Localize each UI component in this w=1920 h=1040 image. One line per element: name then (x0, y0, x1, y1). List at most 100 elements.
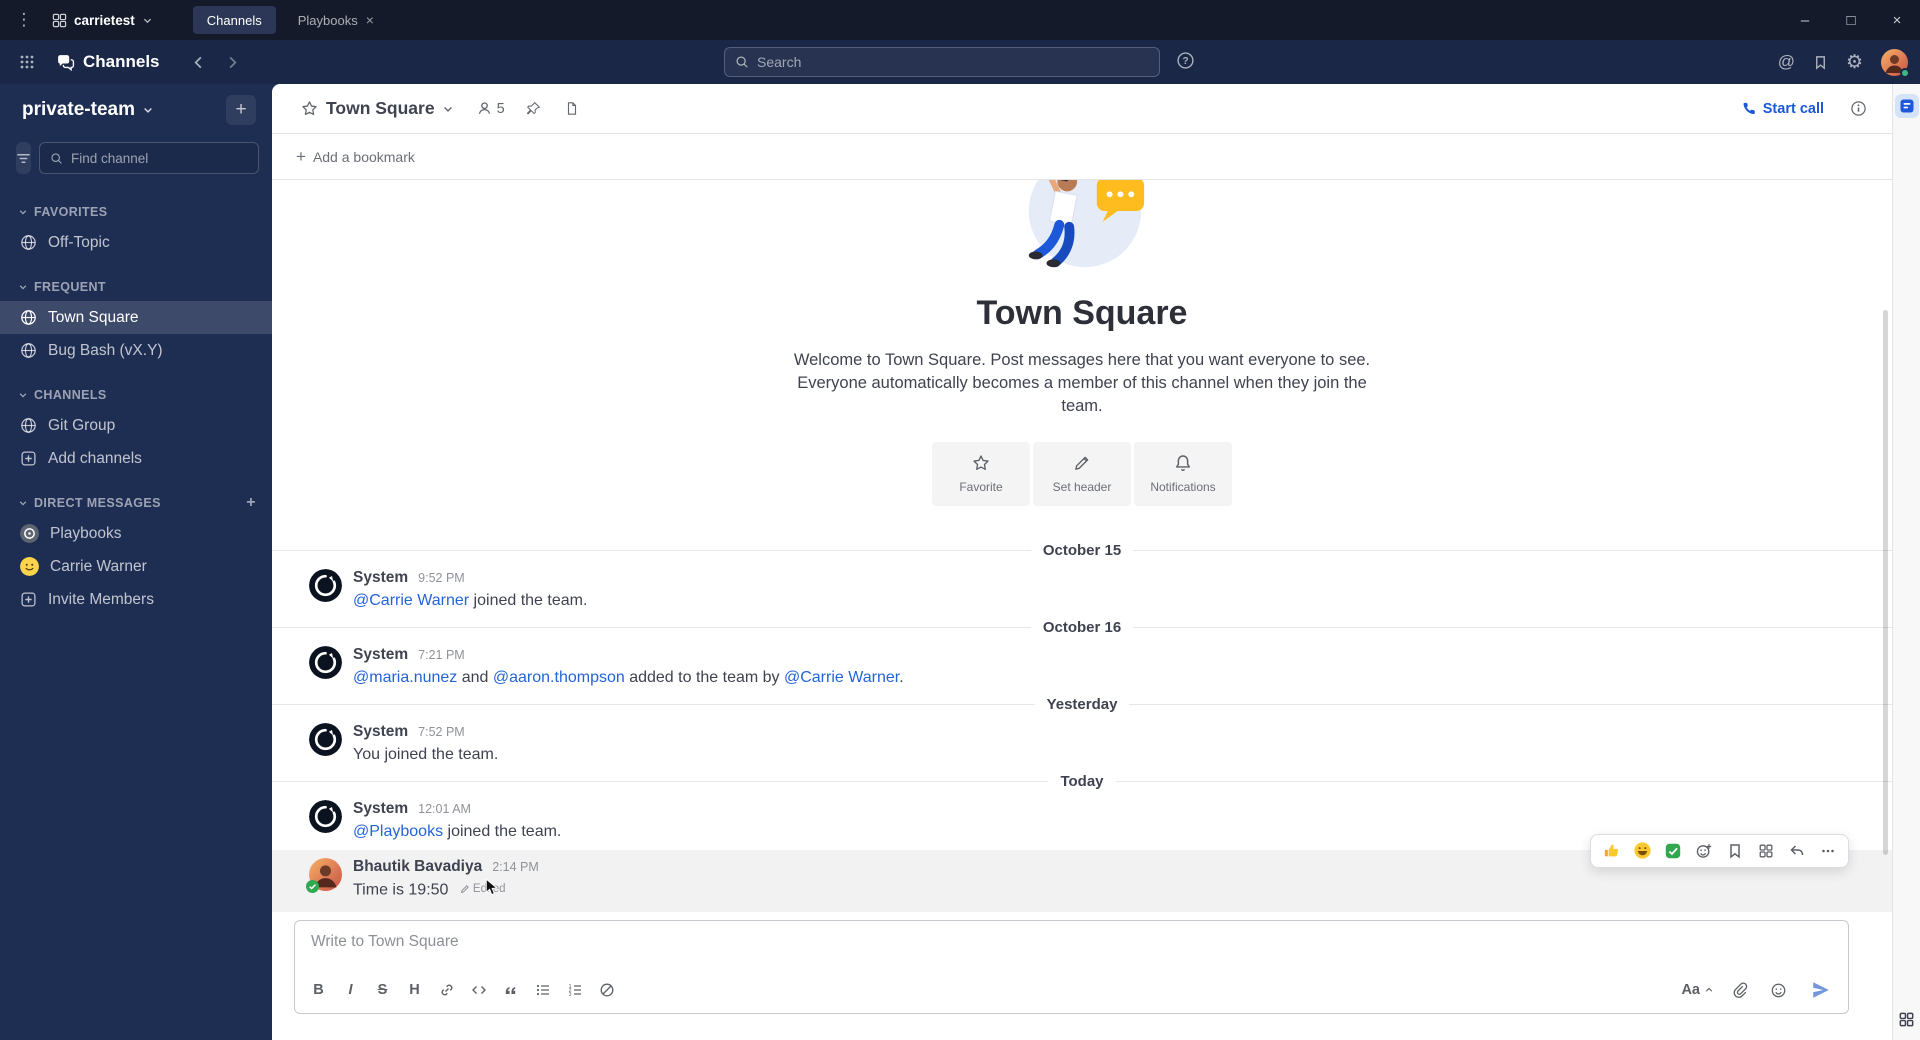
channel-filter-button[interactable] (16, 142, 31, 174)
sidebar-item-add-channels[interactable]: Add channels (0, 442, 272, 475)
help-button[interactable]: ? (1176, 51, 1195, 70)
team-menu-button[interactable]: private-team (22, 99, 226, 121)
sidebar-item-bug-bash[interactable]: Bug Bash (vX.Y) (0, 334, 272, 367)
add-channels-cta-button[interactable]: + (226, 95, 256, 125)
minimize-button[interactable]: – (1782, 0, 1828, 40)
find-channel-box[interactable] (39, 142, 259, 174)
pinned-posts-button[interactable] (518, 94, 550, 124)
user-avatar[interactable] (1881, 48, 1910, 78)
app-menu-icon[interactable]: ⋮ (14, 10, 34, 30)
verified-status-badge (306, 879, 319, 893)
system-message[interactable]: System 7:21 PM @maria.nunez and @aaron.t… (272, 642, 1892, 696)
sidebar-item-git-group[interactable]: Git Group (0, 409, 272, 442)
product-switcher-button[interactable] (12, 47, 42, 77)
server-selector[interactable]: carrietest (44, 8, 161, 33)
favorite-button[interactable]: Favorite (932, 441, 1030, 506)
composer-placeholder: Write to Town Square (311, 933, 459, 950)
message-text: @Carrie Warner joined the team. (353, 591, 588, 609)
send-message-button[interactable] (1804, 976, 1838, 1004)
section-header-channels[interactable]: CHANNELS (0, 381, 272, 409)
sidebar-item-carrie-warner[interactable]: Carrie Warner (0, 550, 272, 583)
notifications-button[interactable]: Notifications (1134, 441, 1232, 506)
search-input[interactable] (757, 54, 1149, 70)
section-header-favorites[interactable]: FAVORITES (0, 198, 272, 226)
mention-link[interactable]: @Carrie Warner (784, 669, 899, 686)
apps-grid-button[interactable] (1752, 838, 1780, 864)
system-avatar (309, 722, 342, 756)
message-sender[interactable]: Bhautik Bavadiya (353, 858, 482, 876)
section-header-direct-messages[interactable]: DIRECT MESSAGES + (0, 489, 272, 517)
heading-button[interactable]: H (401, 977, 428, 1004)
reply-button[interactable] (1783, 838, 1811, 864)
format-toggle-button[interactable]: Aa (1681, 982, 1714, 998)
bhautik-avatar[interactable] (306, 857, 342, 893)
mention-link[interactable]: @aaron.thompson (493, 669, 625, 686)
start-call-button[interactable]: Start call (1731, 96, 1834, 122)
reply-icon (1790, 844, 1804, 855)
saved-posts-button[interactable] (1813, 55, 1828, 70)
find-channel-input[interactable] (71, 150, 248, 166)
settings-button[interactable]: ⚙ (1846, 51, 1863, 74)
dots-horizontal-icon (1822, 849, 1834, 852)
strikethrough-button[interactable]: S (369, 977, 396, 1004)
back-button[interactable] (184, 47, 214, 77)
tab-channels[interactable]: Channels (192, 6, 276, 34)
add-direct-message-icon[interactable]: + (246, 494, 256, 512)
message-list[interactable]: Town Square Welcome to Town Square. Post… (272, 180, 1892, 912)
bulleted-list-button[interactable] (529, 977, 556, 1004)
code-button[interactable] (465, 977, 492, 1004)
no-formatting-button[interactable] (593, 977, 620, 1004)
more-actions-button[interactable] (1814, 838, 1842, 864)
save-message-button[interactable] (1721, 838, 1749, 864)
message-input[interactable]: Write to Town Square (295, 921, 1848, 971)
italic-button[interactable]: I (337, 977, 364, 1004)
numbered-list-button[interactable]: 123 (561, 977, 588, 1004)
maximize-button[interactable]: □ (1828, 0, 1874, 40)
user-message-hovered[interactable]: Bhautik Bavadiya 2:14 PM Time is 19:50 E… (272, 833, 1892, 912)
reaction-check-button[interactable] (1659, 838, 1687, 864)
channel-members-button[interactable]: 5 (470, 97, 512, 121)
message-sender[interactable]: System (353, 723, 408, 741)
message-time: 2:14 PM (492, 859, 539, 874)
app-bar-grid-button[interactable] (1898, 1011, 1915, 1028)
favorite-channel-button[interactable] (294, 94, 324, 124)
quote-button[interactable] (497, 977, 524, 1004)
message-composer[interactable]: Write to Town Square B I S H 1 2 3 Aa (294, 920, 1849, 1014)
app-bar-active-app-button[interactable] (1894, 94, 1919, 118)
team-name: private-team (22, 99, 135, 120)
channel-menu-button[interactable]: Town Square (326, 98, 454, 119)
global-header-left: Channels (0, 47, 248, 77)
sidebar-item-playbooks[interactable]: Playbooks (0, 517, 272, 550)
search-box[interactable] (724, 47, 1160, 77)
link-button[interactable] (433, 977, 460, 1004)
channel-info-button[interactable] (1842, 94, 1874, 124)
message-sender[interactable]: System (353, 800, 408, 818)
set-header-button[interactable]: Set header (1033, 441, 1131, 506)
channel-files-button[interactable] (556, 94, 588, 124)
mentions-button[interactable]: @ (1778, 52, 1795, 72)
scrollbar-thumb[interactable] (1883, 310, 1888, 855)
message-time: 12:01 AM (418, 801, 471, 816)
message-sender[interactable]: System (353, 569, 408, 587)
bold-button[interactable]: B (305, 977, 332, 1004)
attach-file-button[interactable] (1726, 977, 1753, 1004)
mention-link[interactable]: @Playbooks (353, 823, 443, 840)
add-bookmark-button[interactable]: + Add a bookmark (272, 134, 1892, 180)
close-tab-icon[interactable]: × (366, 12, 374, 28)
close-button[interactable]: × (1874, 0, 1920, 40)
reaction-thumbs-up-button[interactable] (1597, 838, 1625, 864)
emoji-picker-button[interactable] (1765, 977, 1792, 1004)
sidebar-item-town-square[interactable]: Town Square (0, 301, 272, 334)
tab-playbooks[interactable]: Playbooks × (284, 6, 388, 34)
reaction-grinning-button[interactable] (1628, 838, 1656, 864)
system-message[interactable]: System 9:52 PM @Carrie Warner joined the… (272, 565, 1892, 619)
section-header-frequent[interactable]: FREQUENT (0, 273, 272, 301)
sidebar-item-invite-members[interactable]: Invite Members (0, 583, 272, 616)
message-sender[interactable]: System (353, 646, 408, 664)
sidebar-item-off-topic[interactable]: Off-Topic (0, 226, 272, 259)
system-message[interactable]: System 7:52 PM You joined the team. (272, 719, 1892, 773)
mention-link[interactable]: @maria.nunez (353, 669, 457, 686)
mention-link[interactable]: @Carrie Warner (353, 592, 469, 609)
forward-button[interactable] (218, 47, 248, 77)
add-reaction-button[interactable] (1690, 838, 1718, 864)
